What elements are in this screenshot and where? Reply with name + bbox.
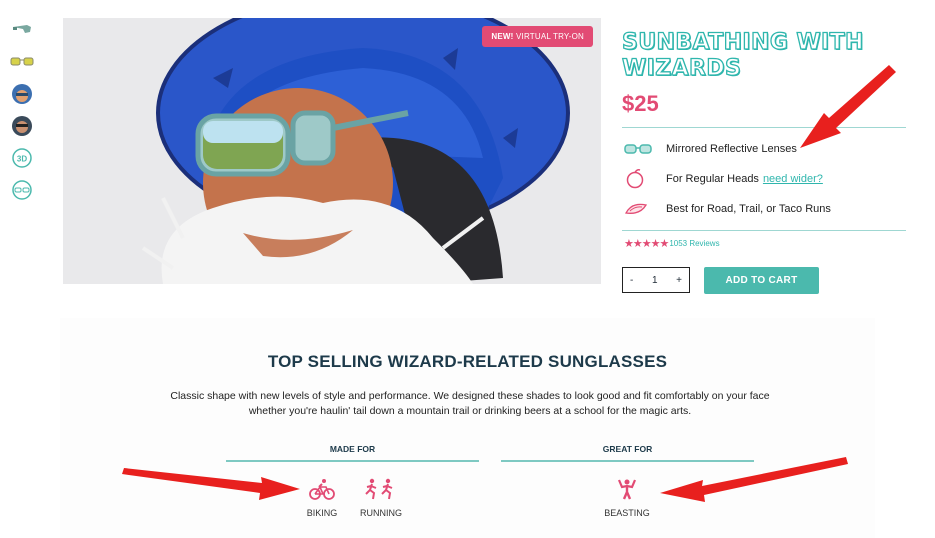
divider bbox=[622, 127, 906, 128]
feature-head-fit-text: For Regular Heads bbox=[666, 173, 759, 185]
qty-increase-button[interactable]: + bbox=[676, 275, 682, 286]
qty-value[interactable]: 1 bbox=[652, 275, 658, 286]
divider bbox=[622, 230, 906, 231]
divider bbox=[501, 460, 754, 462]
biking-icon bbox=[298, 478, 346, 500]
need-wider-link[interactable]: need wider? bbox=[763, 173, 823, 185]
feature-use: Best for Road, Trail, or Taco Runs bbox=[624, 199, 831, 219]
activity-running: RUNNING bbox=[355, 478, 407, 518]
star-icon: ★★★★★ bbox=[624, 238, 669, 250]
feature-lenses: Mirrored Reflective Lenses bbox=[624, 139, 797, 159]
divider bbox=[226, 460, 479, 462]
feature-head-fit: For Regular Heads need wider? bbox=[624, 169, 823, 189]
thumbnail-try-on[interactable] bbox=[10, 178, 34, 202]
activity-beasting-label: BEASTING bbox=[604, 508, 650, 518]
head-icon bbox=[624, 169, 654, 189]
thumbnail-front-view[interactable] bbox=[10, 50, 34, 74]
thumbnail-lifestyle-1[interactable] bbox=[10, 82, 34, 106]
product-hero-image[interactable]: NEW! VIRTUAL TRY-ON bbox=[63, 18, 601, 284]
made-for-heading: MADE FOR bbox=[329, 444, 376, 454]
qty-decrease-button[interactable]: - bbox=[630, 275, 633, 286]
taco-icon bbox=[624, 199, 654, 219]
thumbnail-side-view[interactable] bbox=[10, 18, 34, 42]
product-title: SUNBATHING WITH WIZARDS bbox=[621, 29, 864, 81]
thumbnail-strip: 3D bbox=[10, 18, 38, 210]
feature-use-text: Best for Road, Trail, or Taco Runs bbox=[666, 203, 831, 215]
activity-biking: BIKING bbox=[298, 478, 346, 518]
review-count[interactable]: 1053 Reviews bbox=[669, 239, 719, 248]
badge-text: VIRTUAL TRY-ON bbox=[513, 32, 584, 41]
section-description: Classic shape with new levels of style a… bbox=[170, 390, 770, 417]
running-icon bbox=[355, 478, 407, 500]
section-title: TOP SELLING WIZARD-RELATED SUNGLASSES bbox=[267, 352, 668, 371]
details-section bbox=[60, 318, 875, 538]
activity-running-label: RUNNING bbox=[360, 508, 402, 518]
sunglasses-icon bbox=[624, 139, 654, 159]
badge-new: NEW! bbox=[491, 32, 514, 41]
feature-lenses-text: Mirrored Reflective Lenses bbox=[666, 143, 797, 155]
add-to-cart-button[interactable]: ADD TO CART bbox=[704, 267, 819, 294]
beasting-icon bbox=[596, 478, 658, 500]
svg-text:3D: 3D bbox=[17, 155, 27, 164]
thumbnail-3d-view[interactable]: 3D bbox=[10, 146, 34, 170]
great-for-heading: GREAT FOR bbox=[602, 444, 653, 454]
virtual-try-on-badge[interactable]: NEW! VIRTUAL TRY-ON bbox=[482, 26, 593, 47]
wizard-photo bbox=[63, 18, 601, 284]
thumbnail-lifestyle-2[interactable] bbox=[10, 114, 34, 138]
rating-stars[interactable]: ★★★★★ 1053 Reviews bbox=[624, 237, 720, 250]
activity-beasting: BEASTING bbox=[596, 478, 658, 518]
quantity-stepper[interactable]: - 1 + bbox=[622, 267, 690, 293]
product-price: $25 bbox=[622, 91, 659, 116]
activity-biking-label: BIKING bbox=[306, 508, 338, 518]
